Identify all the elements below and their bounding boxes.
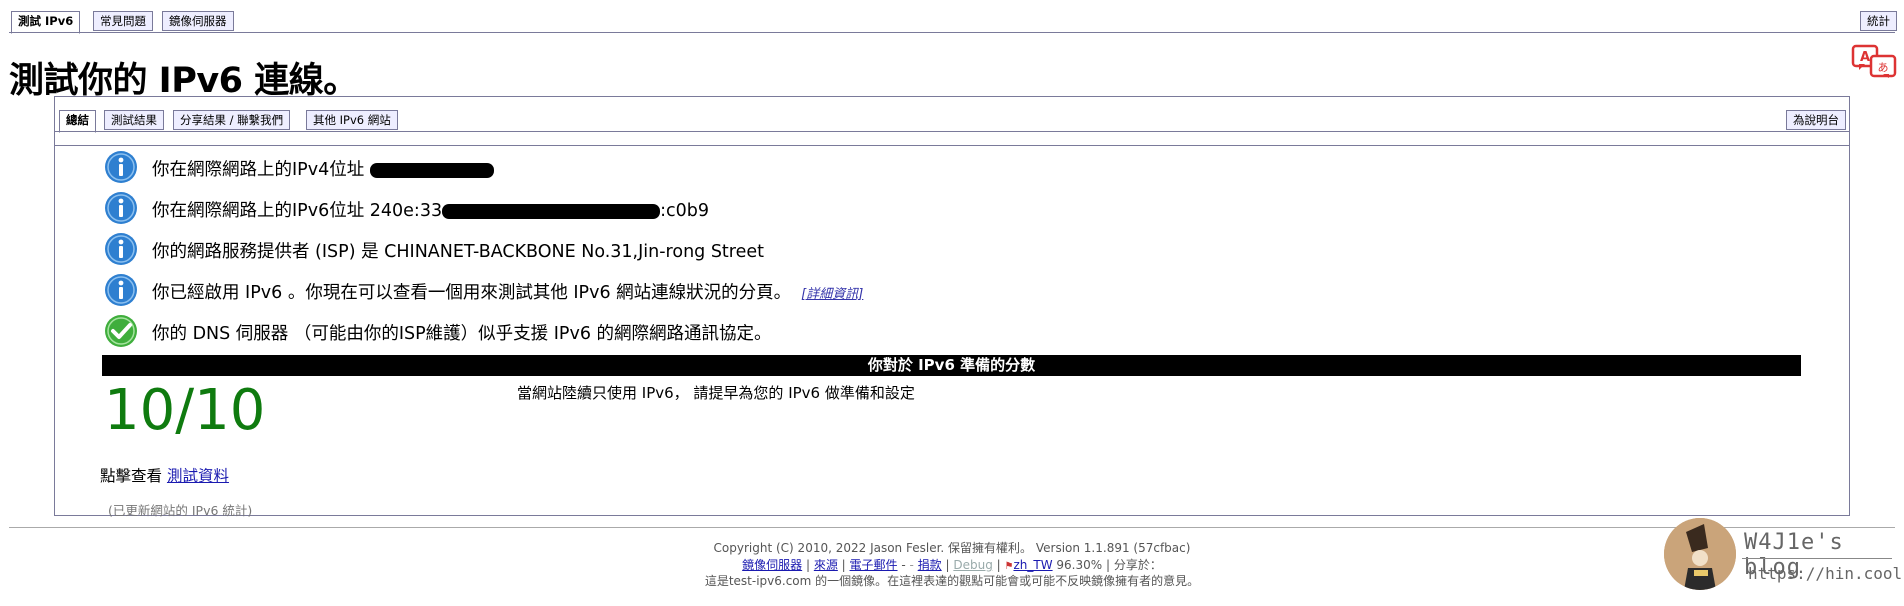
score-value: 10/10 — [104, 378, 266, 443]
tab-other-ipv6-sites[interactable]: 其他 IPv6 網站 — [306, 110, 398, 130]
footer-copyright: Copyright (C) 2010, 2022 Jason Fesler. 保… — [713, 541, 1191, 555]
details-link[interactable]: [詳細資訊] — [801, 287, 863, 302]
share-label: 分享於： — [1113, 558, 1162, 572]
info-icon — [105, 192, 137, 224]
blog-divider — [1742, 558, 1892, 559]
result-text: 你在網際網路上的IPv6位址 240e:33 — [152, 201, 443, 221]
footer-links: 鏡像伺服器 | 來源 | 電子郵件 - - 捐款 | Debug | ⚑zh_T… — [742, 558, 1162, 572]
tab-summary[interactable]: 總結 — [59, 110, 96, 133]
locale-percent: 96.30% — [1056, 558, 1103, 572]
stats-note: (已更新網站的 IPv6 統計) — [108, 503, 253, 518]
result-text: 你的 DNS 伺服器 （可能由你的ISP維護）似乎支援 IPv6 的網際網路通訊… — [152, 324, 772, 344]
score-header: 你對於 IPv6 準備的分數 — [102, 355, 1801, 376]
svg-text:A: A — [1860, 50, 1870, 65]
tab-mirrors[interactable]: 鏡像伺服器 — [162, 11, 234, 31]
translate-icon[interactable]: A あ — [1851, 44, 1897, 80]
svg-text:あ: あ — [1878, 61, 1889, 74]
tab-test-results[interactable]: 測試結果 — [104, 110, 164, 130]
result-text-suffix: :c0b9 — [660, 201, 710, 221]
blog-watermark: W4J1e's blog https://hin.cool — [1664, 518, 1904, 606]
footer-link-email[interactable]: 電子郵件 — [850, 558, 898, 572]
inner-content-divider — [54, 145, 1850, 146]
test-data-link[interactable]: 測試資料 — [167, 467, 229, 485]
test-data-prefix: 點擊查看 — [100, 467, 167, 485]
info-icon — [105, 274, 137, 306]
info-icon — [105, 151, 137, 183]
tab-test-ipv6[interactable]: 測試 IPv6 — [11, 11, 81, 34]
check-icon — [105, 315, 137, 347]
footer-mirror-note: 這是test-ipv6.com 的一個鏡像。在這裡表達的觀點可能會或可能不反映鏡… — [704, 574, 1200, 588]
footer-link-donate[interactable]: 捐款 — [918, 558, 942, 572]
blog-url: https://hin.cool — [1748, 564, 1903, 583]
tab-helpdesk[interactable]: 為說明台 — [1786, 110, 1846, 130]
result-text: 你的網路服務提供者 (ISP) 是 CHINANET-BACKBONE No.3… — [152, 242, 765, 262]
footer-divider — [9, 527, 1895, 528]
tab-share-contact[interactable]: 分享結果 / 聯繫我們 — [173, 110, 291, 130]
redaction-mark — [442, 203, 661, 219]
tab-faq[interactable]: 常見問題 — [93, 11, 153, 31]
result-text: 你已經啟用 IPv6 。你現在可以查看一個用來測試其他 IPv6 網站連線狀況的… — [152, 283, 792, 303]
footer-link-mirrors[interactable]: 鏡像伺服器 — [742, 558, 802, 572]
footer-link-source[interactable]: 來源 — [814, 558, 838, 572]
result-text: 你在網際網路上的IPv4位址 — [152, 160, 370, 180]
info-icon — [105, 233, 137, 265]
footer-link-debug[interactable]: Debug — [953, 558, 992, 572]
tab-stats[interactable]: 統計 — [1860, 11, 1897, 31]
footer-link-locale[interactable]: zh_TW — [1013, 558, 1052, 572]
inner-tab-divider — [54, 131, 1850, 132]
score-note: 當網站陸續只使用 IPv6， 請提早為您的 IPv6 做準備和設定 — [517, 384, 915, 402]
redaction-mark — [369, 162, 494, 178]
avatar — [1664, 518, 1736, 590]
test-data-line: 點擊查看 測試資料 — [100, 464, 229, 486]
tab-divider — [9, 32, 1895, 33]
